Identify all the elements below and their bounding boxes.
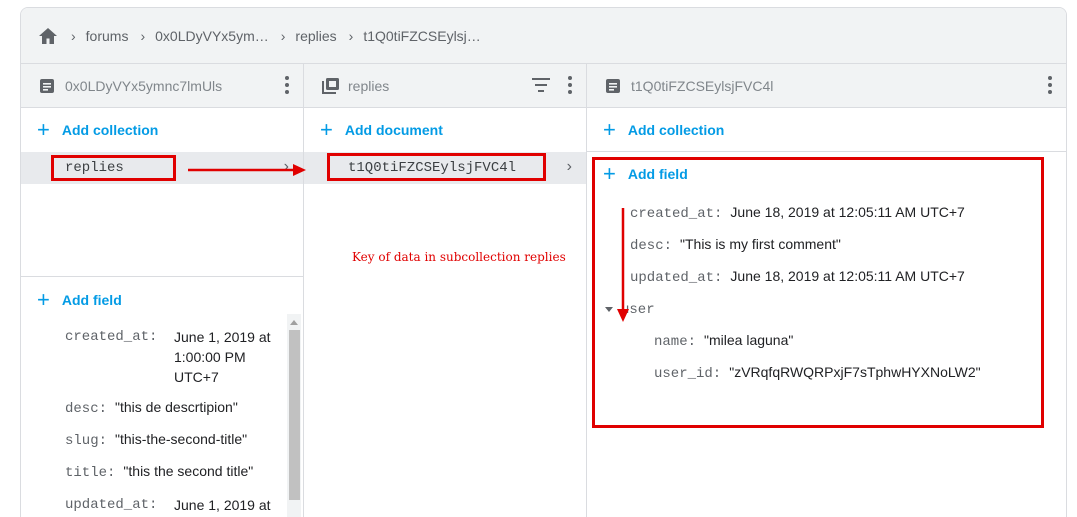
arrowhead-right-icon <box>293 164 306 176</box>
arrowhead-down-icon <box>617 309 629 322</box>
annotation-text: Key of data in subcollection replies <box>352 250 566 264</box>
